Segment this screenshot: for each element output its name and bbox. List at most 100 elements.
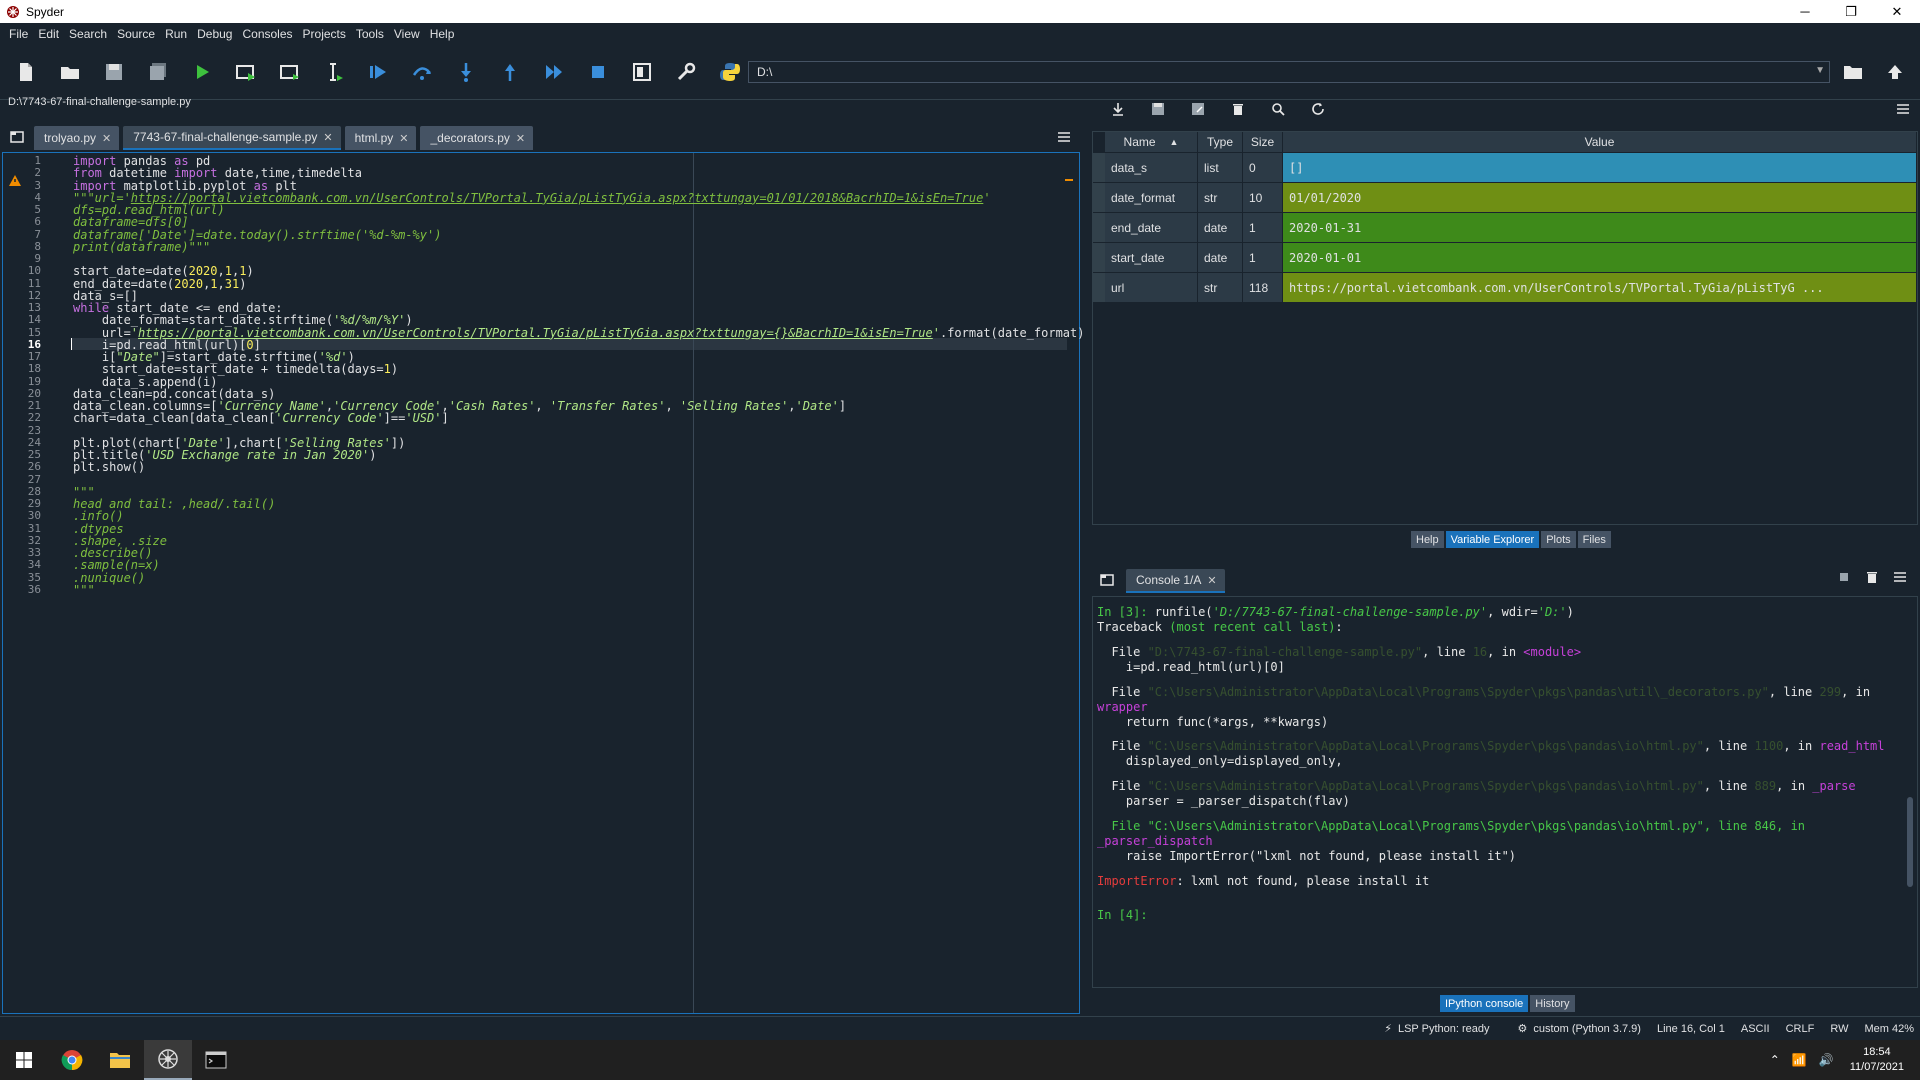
close-tab-icon[interactable]: ✕ — [1207, 574, 1216, 587]
tab-plots[interactable]: Plots — [1541, 531, 1576, 548]
variable-row[interactable]: date_format str 10 01/01/2020 — [1093, 183, 1917, 213]
continue-button[interactable] — [536, 54, 572, 90]
editor-tab[interactable]: 7743-67-final-challenge-sample.py ✕ — [123, 126, 341, 150]
editor-options-button[interactable] — [1052, 126, 1076, 148]
variable-row[interactable]: end_date date 1 2020-01-31 — [1093, 213, 1917, 243]
remove-variables-button[interactable] — [1858, 566, 1886, 588]
step-over-button[interactable] — [404, 54, 440, 90]
variable-row[interactable]: data_s list 0[] — [1093, 153, 1917, 183]
browse-tabs-button[interactable] — [0, 124, 34, 150]
python-env-status[interactable]: ⚙ custom (Python 3.7.9) — [1517, 1022, 1640, 1036]
row-header[interactable] — [1093, 213, 1105, 242]
preferences-button[interactable] — [668, 54, 704, 90]
open-file-button[interactable] — [52, 54, 88, 90]
editor-tab[interactable]: _decorators.py ✕ — [420, 126, 534, 150]
step-into-button[interactable] — [448, 54, 484, 90]
run-cell-button[interactable] — [228, 54, 264, 90]
variable-value-cell[interactable]: 01/01/2020 — [1283, 183, 1917, 212]
tab-files[interactable]: Files — [1577, 531, 1611, 548]
tab-ipython-console[interactable]: IPython console — [1440, 995, 1529, 1012]
tab-history[interactable]: History — [1530, 995, 1575, 1012]
column-header-value[interactable]: Value — [1283, 132, 1917, 152]
menu-run[interactable]: Run — [160, 27, 192, 41]
tab-variable-explorer[interactable]: Variable Explorer — [1445, 531, 1540, 548]
scrollbar-thumb[interactable] — [1907, 797, 1913, 887]
variable-value-cell[interactable]: [] — [1283, 153, 1917, 182]
variable-row[interactable]: start_date date 1 2020-01-01 — [1093, 243, 1917, 273]
network-icon[interactable]: 📶 — [1792, 1053, 1807, 1067]
lsp-status[interactable]: ⚡ LSP Python: ready — [1384, 1022, 1489, 1036]
run-cell-advance-button[interactable] — [272, 54, 308, 90]
code-area[interactable]: import pandas as pd from datetime import … — [71, 153, 1084, 1013]
row-header[interactable] — [1093, 183, 1105, 212]
menu-tools[interactable]: Tools — [351, 27, 389, 41]
start-button[interactable] — [0, 1040, 48, 1080]
column-header-name[interactable]: Name ▲ — [1105, 132, 1198, 152]
console-scrollbar[interactable] — [1905, 601, 1915, 985]
chevron-down-icon[interactable]: ▼ — [1815, 65, 1825, 76]
tab-help[interactable]: Help — [1411, 531, 1444, 548]
variable-value-cell[interactable]: 2020-01-01 — [1283, 243, 1917, 272]
save-all-button[interactable] — [140, 54, 176, 90]
save-data-button[interactable] — [1144, 98, 1172, 120]
menu-search[interactable]: Search — [64, 27, 112, 41]
column-header-size[interactable]: Size — [1243, 132, 1283, 152]
taskbar-chrome[interactable] — [48, 1040, 96, 1080]
menu-consoles[interactable]: Consoles — [237, 27, 297, 41]
maximize-pane-button[interactable] — [624, 54, 660, 90]
menu-projects[interactable]: Projects — [298, 27, 351, 41]
pythonpath-button[interactable] — [712, 54, 748, 90]
variable-explorer-options-button[interactable] — [1892, 98, 1914, 120]
tab-console-1a[interactable]: Console 1/A ✕ — [1126, 569, 1225, 593]
variable-row[interactable]: url str 118 https://portal.vietcombank.com.… — [1093, 273, 1917, 303]
taskbar-clock[interactable]: 18:54 11/07/2021 — [1850, 1045, 1904, 1075]
editor-tab[interactable]: trolyao.py ✕ — [34, 126, 120, 150]
browse-directory-button[interactable] — [1838, 58, 1868, 86]
python-env-icon: ⚙ — [1517, 1023, 1528, 1035]
menu-debug[interactable]: Debug — [192, 27, 237, 41]
volume-icon[interactable]: 🔊 — [1819, 1053, 1834, 1067]
row-header[interactable] — [1093, 243, 1105, 272]
taskbar-terminal[interactable] — [192, 1040, 240, 1080]
close-tab-icon[interactable]: ✕ — [516, 132, 525, 145]
ipython-console[interactable]: In [3]: runfile('D:/7743-67-final-challe… — [1092, 596, 1918, 988]
close-button[interactable]: ✕ — [1874, 0, 1920, 23]
refresh-variables-button[interactable] — [1304, 98, 1332, 120]
variable-value-cell[interactable]: 2020-01-31 — [1283, 213, 1917, 242]
step-return-button[interactable] — [492, 54, 528, 90]
menu-source[interactable]: Source — [112, 27, 160, 41]
variable-value-cell[interactable]: https://portal.vietcombank.com.vn/UserCo… — [1283, 273, 1917, 302]
console-options-button[interactable] — [1886, 566, 1914, 588]
column-header-type[interactable]: Type — [1198, 132, 1243, 152]
menu-file[interactable]: File — [4, 27, 33, 41]
browse-consoles-button[interactable] — [1092, 567, 1122, 593]
taskbar-file-explorer[interactable] — [96, 1040, 144, 1080]
interrupt-kernel-button[interactable] — [1830, 566, 1858, 588]
menu-help[interactable]: Help — [425, 27, 460, 41]
close-tab-icon[interactable]: ✕ — [399, 132, 408, 145]
taskbar-spyder[interactable] — [144, 1040, 192, 1080]
close-tab-icon[interactable]: ✕ — [323, 131, 332, 144]
code-editor[interactable]: 1 2 3 4 5 6 7 8 9 10 11 12 13 14 15 16 17 18 19 20 21 22 23 24 2… — [2, 152, 1084, 1014]
working-directory-combo[interactable]: D:\ ▼ — [748, 61, 1830, 83]
row-header[interactable] — [1093, 153, 1105, 182]
remove-all-variables-button[interactable] — [1224, 98, 1252, 120]
stop-debug-button[interactable] — [580, 54, 616, 90]
close-tab-icon[interactable]: ✕ — [102, 132, 111, 145]
maximize-button[interactable]: ❐ — [1828, 0, 1874, 23]
menu-edit[interactable]: Edit — [33, 27, 64, 41]
minimize-button[interactable]: ─ — [1782, 0, 1828, 23]
search-variables-button[interactable] — [1264, 98, 1292, 120]
save-button[interactable] — [96, 54, 132, 90]
run-button[interactable] — [184, 54, 220, 90]
debug-button[interactable] — [360, 54, 396, 90]
menu-view[interactable]: View — [389, 27, 425, 41]
editor-tab[interactable]: html.py ✕ — [344, 126, 417, 150]
row-header[interactable] — [1093, 273, 1105, 302]
run-selection-button[interactable] — [316, 54, 352, 90]
save-data-as-button[interactable] — [1184, 98, 1212, 120]
import-data-button[interactable] — [1104, 98, 1132, 120]
new-file-button[interactable] — [8, 54, 44, 90]
parent-directory-button[interactable] — [1880, 58, 1910, 86]
chevron-up-icon[interactable]: ⌃ — [1770, 1053, 1780, 1067]
